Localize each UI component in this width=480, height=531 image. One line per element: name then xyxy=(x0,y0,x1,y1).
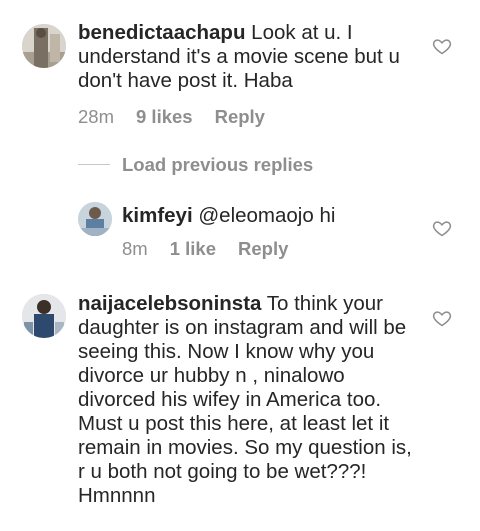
comment-likes[interactable]: 1 like xyxy=(170,238,216,259)
comment-text: benedictaachapu Look at u. I understand … xyxy=(78,21,418,93)
heart-outline-icon[interactable] xyxy=(432,218,452,238)
avatar-kimfeyi[interactable] xyxy=(78,202,112,236)
comment-meta: 8m 1 like Reply xyxy=(122,238,288,260)
heart-outline-icon[interactable] xyxy=(432,308,452,328)
reply-button[interactable]: Reply xyxy=(215,106,265,127)
comment-time: 28m xyxy=(78,106,114,127)
load-replies-divider xyxy=(78,164,110,165)
comment-username[interactable]: benedictaachapu xyxy=(78,21,245,44)
comment-meta: 28m 9 likes Reply xyxy=(78,106,265,128)
comment-text: naijacelebsoninsta To think your daughte… xyxy=(78,292,424,508)
comment-body: hi xyxy=(313,204,336,227)
comment-body: To think your daughter is on instagram a… xyxy=(78,292,412,507)
reply-button[interactable]: Reply xyxy=(238,238,288,259)
load-previous-replies-button[interactable]: Load previous replies xyxy=(122,154,313,176)
mention-link[interactable]: @eleomaojo xyxy=(198,204,313,227)
avatar-benedictaachapu[interactable] xyxy=(22,24,66,68)
heart-outline-icon[interactable] xyxy=(432,36,452,56)
comment-username[interactable]: kimfeyi xyxy=(122,204,193,227)
comment-username[interactable]: naijacelebsoninsta xyxy=(78,292,261,315)
comment-time: 8m xyxy=(122,238,148,259)
comment-likes[interactable]: 9 likes xyxy=(136,106,193,127)
comment-text: kimfeyi @eleomaojo hi xyxy=(122,204,422,228)
avatar-naijacelebsoninsta[interactable] xyxy=(22,294,66,338)
